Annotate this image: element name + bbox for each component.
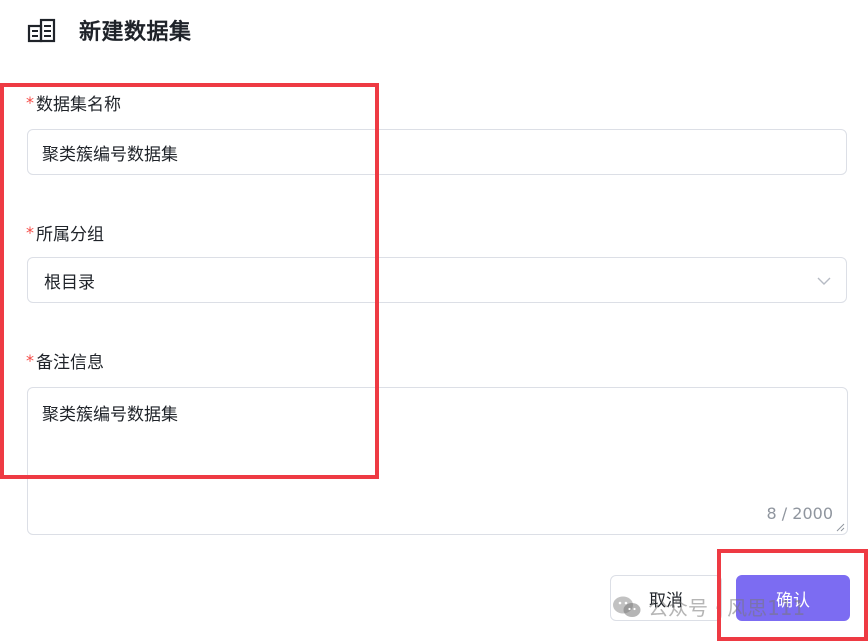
dataset-name-label: * 数据集名称 [26,90,121,115]
group-label: * 所属分组 [26,220,104,245]
char-counter: 8 / 2000 [766,504,833,523]
required-mark: * [26,351,34,370]
new-dataset-dialog: 新建数据集 * 数据集名称 聚类簇编号数据集 * 所属分组 根目录 * 备注信息… [0,0,868,641]
resize-handle-icon[interactable] [835,522,845,532]
dataset-name-input[interactable]: 聚类簇编号数据集 [27,129,847,175]
group-label-text: 所属分组 [36,225,104,245]
group-select[interactable]: 根目录 [27,257,847,303]
remark-value: 聚类簇编号数据集 [42,405,178,425]
required-mark: * [26,93,34,112]
chevron-down-icon[interactable] [816,273,832,289]
dialog-header: 新建数据集 [27,14,192,46]
cancel-button[interactable]: 取消 [610,575,722,621]
remark-label: * 备注信息 [26,348,104,373]
remark-textarea[interactable]: 聚类簇编号数据集 8 / 2000 [27,387,848,535]
required-mark: * [26,223,34,242]
remark-label-text: 备注信息 [36,353,104,373]
dataset-name-value: 聚类簇编号数据集 [42,144,178,165]
dialog-title: 新建数据集 [79,20,192,45]
confirm-button[interactable]: 确认 [736,575,850,621]
dataset-name-label-text: 数据集名称 [36,95,121,115]
group-selected-value: 根目录 [44,272,95,293]
dataset-icon [27,18,56,43]
